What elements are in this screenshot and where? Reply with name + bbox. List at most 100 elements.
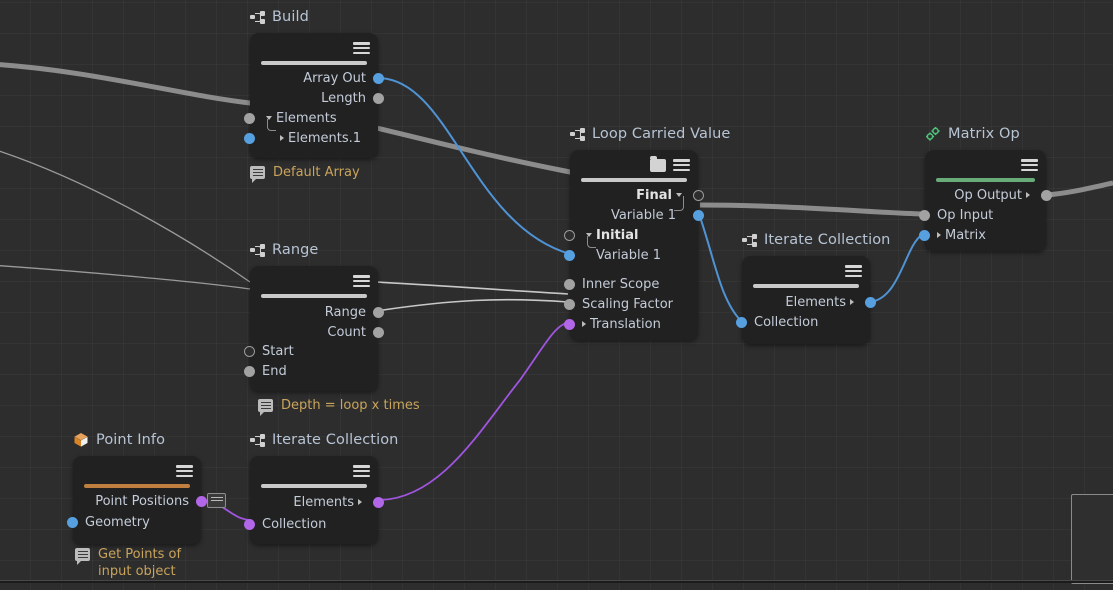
socket-row-collection[interactable]: Collection	[262, 514, 326, 534]
node-iterate-collection-bottom[interactable]: Iterate Collection Elements Collection	[244, 432, 398, 544]
hamburger-icon[interactable]	[1021, 158, 1038, 172]
socket-row-count[interactable]: Count	[327, 322, 366, 342]
socket-array-out[interactable]	[373, 73, 384, 84]
note-icon	[258, 399, 273, 416]
node-accent-bar	[84, 484, 190, 488]
socket-row-inner-scope[interactable]: Inner Scope	[582, 274, 659, 294]
socket-length[interactable]	[373, 93, 384, 104]
wire-badge-icon[interactable]	[207, 493, 226, 508]
socket-row-op-input[interactable]: Op Input	[937, 205, 993, 225]
socket-label: Array Out	[303, 70, 366, 86]
node-graph-icon	[250, 243, 265, 257]
socket-point-positions[interactable]	[196, 496, 207, 507]
socket-row-range[interactable]: Range	[325, 302, 366, 322]
hamburger-icon[interactable]	[353, 274, 370, 288]
node-graph-icon	[250, 10, 265, 24]
socket-label: Initial	[596, 227, 639, 243]
socket-row-scaling-factor[interactable]: Scaling Factor	[582, 294, 673, 314]
note-range[interactable]: Depth = loop x times	[258, 397, 438, 416]
node-point-info-header-icons[interactable]	[176, 464, 193, 478]
node-build[interactable]: Build Array Out Length Elements Elements…	[244, 9, 384, 158]
hamburger-icon[interactable]	[673, 158, 690, 172]
socket-row-array-out[interactable]: Array Out	[303, 68, 366, 88]
socket-elements[interactable]	[244, 113, 255, 124]
socket-row-start[interactable]: Start	[262, 341, 294, 361]
socket-label: Elements	[293, 494, 354, 510]
socket-op-output[interactable]	[1041, 190, 1052, 201]
socket-initial-variable-1[interactable]	[564, 250, 575, 261]
socket-row-point-positions[interactable]: Point Positions	[95, 491, 189, 511]
socket-final-variable-1[interactable]	[693, 210, 704, 221]
socket-row-final-variable-1[interactable]: Variable 1	[611, 205, 676, 225]
bottom-divider	[0, 580, 1113, 583]
node-iterate-collection-top[interactable]: Iterate Collection Elements Collection	[736, 232, 890, 344]
socket-row-initial-variable-1[interactable]: Variable 1	[596, 245, 661, 265]
node-title-label: Point Info	[96, 432, 166, 448]
folder-icon[interactable]	[650, 155, 666, 172]
socket-row-op-output[interactable]: Op Output	[954, 185, 1034, 205]
socket-scaling-factor[interactable]	[564, 299, 575, 310]
socket-collection[interactable]	[244, 519, 255, 530]
chevron-right-icon[interactable]	[280, 135, 284, 141]
node-matrix-op-header-icons[interactable]	[1021, 158, 1038, 172]
socket-label: Start	[262, 343, 294, 359]
socket-row-elements-1[interactable]: Elements.1	[276, 128, 361, 148]
node-matrix-op-title: Matrix Op	[925, 126, 1020, 142]
node-title-label: Loop Carried Value	[592, 126, 731, 142]
node-build-header-icons[interactable]	[353, 41, 370, 55]
socket-row-collection[interactable]: Collection	[754, 312, 818, 332]
socket-elements-out[interactable]	[373, 497, 384, 508]
socket-row-geometry[interactable]: Geometry	[85, 512, 150, 532]
node-matrix-op[interactable]: Matrix Op Op Output Op Input Matrix	[919, 126, 1052, 251]
gears-icon	[925, 127, 941, 141]
node-graph-canvas[interactable]: Build Array Out Length Elements Elements…	[0, 0, 1113, 590]
node-iterate-collection-top-title: Iterate Collection	[742, 232, 890, 248]
hamburger-icon[interactable]	[353, 464, 370, 478]
socket-row-end[interactable]: End	[262, 361, 287, 381]
node-ic-bottom-header-icons[interactable]	[353, 464, 370, 478]
socket-label: Point Positions	[95, 493, 189, 509]
socket-row-matrix[interactable]: Matrix	[933, 225, 986, 245]
chevron-right-icon[interactable]	[937, 232, 941, 238]
socket-start[interactable]	[244, 346, 255, 357]
socket-label: Elements	[785, 294, 846, 310]
node-range[interactable]: Range Range Count Start End	[244, 242, 384, 391]
socket-op-input[interactable]	[919, 210, 930, 221]
hamburger-icon[interactable]	[845, 264, 862, 278]
socket-row-elements[interactable]: Elements	[293, 492, 366, 512]
node-ic-top-header-icons[interactable]	[845, 264, 862, 278]
hamburger-icon[interactable]	[176, 464, 193, 478]
socket-initial[interactable]	[564, 230, 575, 241]
node-graph-icon	[570, 127, 585, 141]
node-point-info[interactable]: Point Info Point Positions Geometry	[67, 432, 207, 544]
socket-row-elements[interactable]: Elements	[785, 292, 858, 312]
socket-count[interactable]	[373, 327, 384, 338]
socket-geometry[interactable]	[67, 517, 78, 528]
node-loop-carried-value-title: Loop Carried Value	[570, 126, 730, 142]
socket-collection[interactable]	[736, 317, 747, 328]
note-point-info[interactable]: Get Points of input object	[75, 546, 210, 580]
tree-elbow	[587, 236, 596, 248]
node-loop-carried-value[interactable]: Loop Carried Value Final Variable 1 Init…	[564, 126, 730, 340]
socket-range-out[interactable]	[373, 307, 384, 318]
hamburger-icon[interactable]	[353, 41, 370, 55]
socket-matrix[interactable]	[919, 230, 930, 241]
corner-panel[interactable]	[1071, 494, 1113, 584]
socket-inner-scope[interactable]	[564, 279, 575, 290]
node-accent-bar	[936, 178, 1035, 182]
socket-final[interactable]	[693, 190, 704, 201]
chevron-right-icon[interactable]	[358, 499, 362, 505]
socket-elements-1[interactable]	[244, 133, 255, 144]
socket-end[interactable]	[244, 366, 255, 377]
node-graph-icon	[250, 433, 265, 447]
note-build[interactable]: Default Array	[250, 164, 390, 183]
socket-elements-out[interactable]	[865, 297, 876, 308]
chevron-right-icon[interactable]	[582, 321, 586, 327]
chevron-right-icon[interactable]	[850, 299, 854, 305]
node-lcv-header-icons[interactable]	[650, 155, 690, 172]
node-range-header-icons[interactable]	[353, 274, 370, 288]
chevron-right-icon[interactable]	[1026, 192, 1030, 198]
socket-row-translation[interactable]: Translation	[578, 314, 661, 334]
socket-row-length[interactable]: Length	[321, 88, 366, 108]
socket-translation[interactable]	[564, 319, 575, 330]
